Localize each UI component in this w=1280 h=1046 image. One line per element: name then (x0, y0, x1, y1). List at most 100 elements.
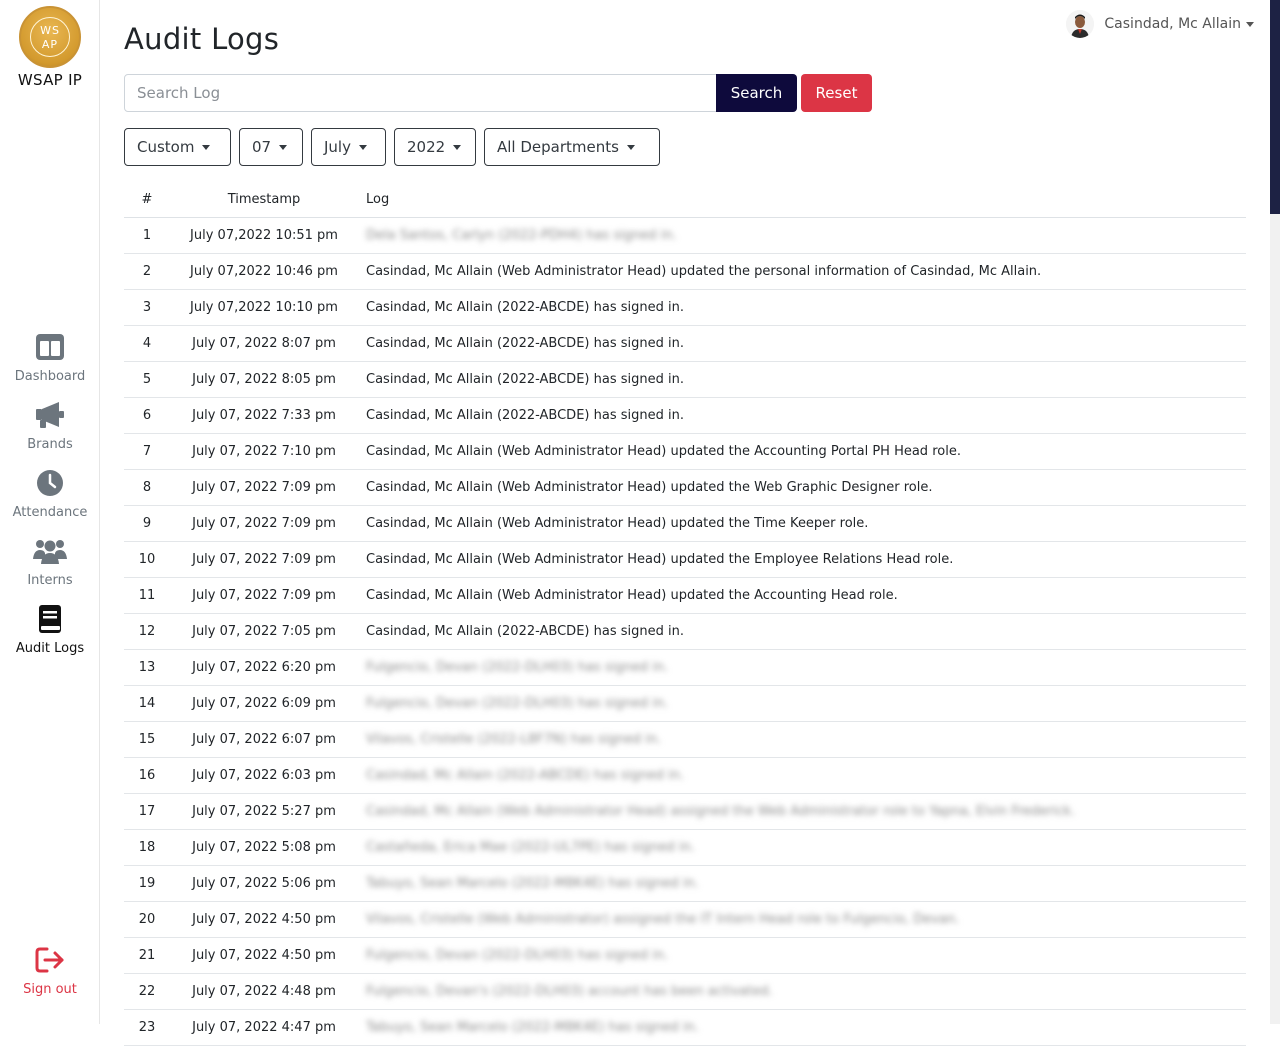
search-button[interactable]: Search (716, 74, 797, 112)
row-timestamp: July 07, 2022 8:05 pm (170, 361, 358, 398)
row-timestamp: July 07, 2022 7:10 pm (170, 433, 358, 470)
row-timestamp: July 07, 2022 8:07 pm (170, 325, 358, 362)
avatar (1066, 10, 1095, 38)
row-log: Casindad, Mc Allain (Web Administrator H… (358, 577, 1246, 614)
table-row: 20 July 07, 2022 4:50 pm Vilavos, Cristell… (124, 901, 1246, 938)
row-log: Fulgencio, Devan (2022-DLH03) has signed… (358, 937, 1246, 974)
sidebar-item-audit-logs[interactable]: Audit Logs (0, 605, 100, 656)
range-dropdown[interactable]: Custom (124, 128, 231, 166)
row-number: 23 (124, 1009, 170, 1046)
row-number: 4 (124, 325, 170, 362)
row-timestamp: July 07, 2022 4:50 pm (170, 901, 358, 938)
dashboard-icon (36, 334, 64, 360)
user-name: Casindad, Mc Allain (1104, 16, 1241, 32)
sidebar-item-brands[interactable]: Brands (0, 401, 100, 452)
row-log: Vilavos, Cristelle (2022-L8F7N) has sign… (358, 721, 1246, 758)
sign-out-button[interactable]: Sign out (0, 946, 100, 997)
row-log: Casindad, Mc Allain (Web Administrator H… (358, 793, 1246, 830)
row-timestamp: July 07, 2022 7:09 pm (170, 577, 358, 614)
table-row: 15 July 07, 2022 6:07 pm Vilavos, Cristell… (124, 721, 1246, 758)
row-number: 16 (124, 757, 170, 794)
row-log: Casindad, Mc Allain (Web Administrator H… (358, 433, 1246, 470)
year-dropdown[interactable]: 2022 (394, 128, 476, 166)
row-timestamp: July 07, 2022 7:33 pm (170, 397, 358, 434)
sidebar-item-attendance[interactable]: Attendance (0, 469, 100, 520)
wsap-logo[interactable]: WS AP (19, 6, 81, 68)
row-number: 14 (124, 685, 170, 722)
year-dropdown-label: 2022 (407, 138, 446, 156)
chevron-down-icon (279, 144, 288, 150)
row-log: Casindad, Mc Allain (2022-ABCDE) has sig… (358, 397, 1246, 434)
sidebar-item-interns[interactable]: Interns (0, 537, 100, 588)
row-number: 19 (124, 865, 170, 902)
clock-icon (37, 470, 63, 496)
table-row: 4 July 07, 2022 8:07 pm Casindad, Mc Allai… (124, 325, 1246, 362)
scrollbar[interactable] (1270, 0, 1280, 1024)
department-dropdown[interactable]: All Departments (484, 128, 660, 166)
department-dropdown-label: All Departments (497, 138, 619, 156)
table-row: 6 July 07, 2022 7:33 pm Casindad, Mc Allai… (124, 397, 1246, 434)
row-timestamp: July 07, 2022 7:09 pm (170, 541, 358, 578)
row-log: Dela Santos, Carlyn (2022-PDH4) has sign… (358, 217, 1246, 254)
table-row: 7 July 07, 2022 7:10 pm Casindad, Mc Allai… (124, 433, 1246, 470)
table-row: 21 July 07, 2022 4:50 pm Fulgencio, Devan … (124, 937, 1246, 974)
table-row: 10 July 07, 2022 7:09 pm Casindad, Mc Alla… (124, 541, 1246, 578)
row-number: 21 (124, 937, 170, 974)
page-title: Audit Logs (124, 22, 280, 56)
row-timestamp: July 07, 2022 4:48 pm (170, 973, 358, 1010)
table-row: 22 July 07, 2022 4:48 pm Fulgencio, Devan'… (124, 973, 1246, 1010)
row-timestamp: July 07,2022 10:10 pm (170, 289, 358, 326)
table-row: 18 July 07, 2022 5:08 pm Castañeda, Erica … (124, 829, 1246, 866)
row-log: Fulgencio, Devan's (2022-DLH03) account … (358, 973, 1246, 1010)
sidebar-item-label: Brands (27, 437, 73, 452)
sign-out-icon (35, 947, 64, 973)
chevron-down-icon (626, 144, 635, 150)
table-row: 8 July 07, 2022 7:09 pm Casindad, Mc Allai… (124, 469, 1246, 506)
row-timestamp: July 07, 2022 6:20 pm (170, 649, 358, 686)
row-number: 15 (124, 721, 170, 758)
sidebar-item-label: Attendance (12, 505, 88, 520)
month-dropdown-label: July (324, 138, 351, 156)
table-row: 13 July 07, 2022 6:20 pm Fulgencio, Devan … (124, 649, 1246, 686)
column-header-timestamp: Timestamp (170, 182, 358, 218)
month-dropdown[interactable]: July (311, 128, 386, 166)
table-row: 1 July 07,2022 10:51 pm Dela Santos, Carly… (124, 217, 1246, 254)
day-dropdown[interactable]: 07 (239, 128, 303, 166)
row-log: Casindad, Mc Allain (Web Administrator H… (358, 469, 1246, 506)
row-number: 18 (124, 829, 170, 866)
sidebar-item-label: Audit Logs (15, 641, 85, 656)
row-number: 6 (124, 397, 170, 434)
row-timestamp: July 07, 2022 5:06 pm (170, 865, 358, 902)
sidebar-item-dashboard[interactable]: Dashboard (0, 333, 100, 384)
row-timestamp: July 07, 2022 7:09 pm (170, 505, 358, 542)
table-header-row: # Timestamp Log (124, 182, 1246, 218)
table-row: 12 July 07, 2022 7:05 pm Casindad, Mc Alla… (124, 613, 1246, 650)
megaphone-icon (36, 402, 64, 428)
row-timestamp: July 07, 2022 6:07 pm (170, 721, 358, 758)
row-number: 9 (124, 505, 170, 542)
row-timestamp: July 07,2022 10:46 pm (170, 253, 358, 290)
column-header-number: # (124, 182, 170, 218)
audit-log-table: # Timestamp Log 1 July 07,2022 10:51 pm De… (124, 182, 1246, 1046)
table-row: 14 July 07, 2022 6:09 pm Fulgencio, Devan … (124, 685, 1246, 722)
row-number: 5 (124, 361, 170, 398)
sidebar-item-label: Dashboard (14, 369, 86, 384)
table-row: 3 July 07,2022 10:10 pm Casindad, Mc Allai… (124, 289, 1246, 326)
column-header-log: Log (358, 182, 1246, 218)
row-number: 17 (124, 793, 170, 830)
table-row: 9 July 07, 2022 7:09 pm Casindad, Mc Allai… (124, 505, 1246, 542)
row-log: Casindad, Mc Allain (2022-ABCDE) has sig… (358, 613, 1246, 650)
table-row: 19 July 07, 2022 5:06 pm Tabuyo, Sean Marc… (124, 865, 1246, 902)
table-row: 17 July 07, 2022 5:27 pm Casindad, Mc Alla… (124, 793, 1246, 830)
table-body: 1 July 07,2022 10:51 pm Dela Santos, Carly… (124, 217, 1246, 1046)
user-menu[interactable]: Casindad, Mc Allain (1066, 8, 1254, 40)
scrollbar-thumb[interactable] (1270, 0, 1280, 214)
row-log: Casindad, Mc Allain (Web Administrator H… (358, 541, 1246, 578)
sidebar: WS AP WSAP IP Dashboard Brands Attendanc… (0, 0, 100, 1024)
row-number: 11 (124, 577, 170, 614)
row-timestamp: July 07, 2022 5:27 pm (170, 793, 358, 830)
reset-button[interactable]: Reset (801, 74, 872, 112)
search-input[interactable] (124, 74, 717, 112)
table-row: 11 July 07, 2022 7:09 pm Casindad, Mc Alla… (124, 577, 1246, 614)
sidebar-item-label: Interns (27, 573, 73, 588)
